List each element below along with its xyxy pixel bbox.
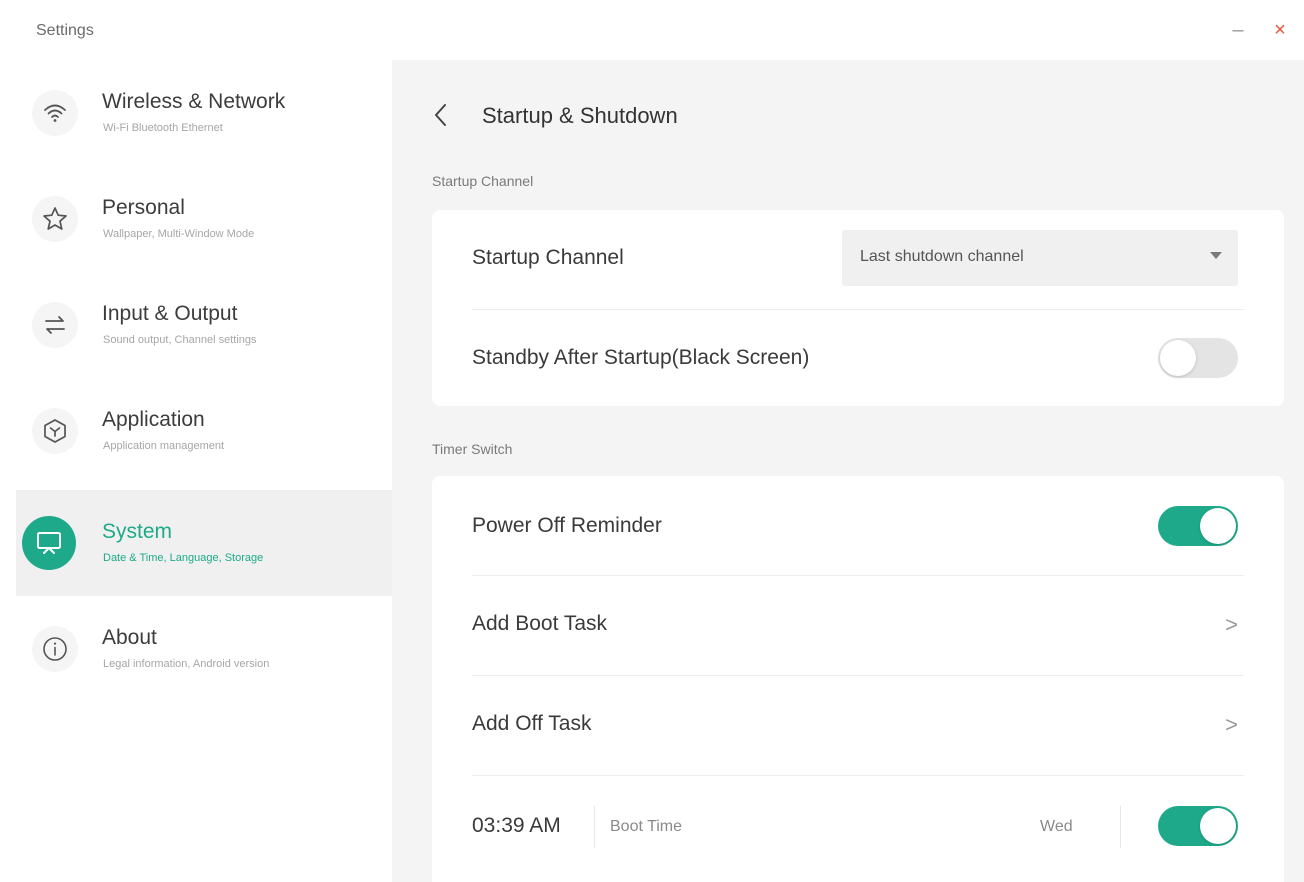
add-off-task-label: Add Off Task (472, 712, 592, 735)
monitor-icon (22, 516, 76, 570)
power-off-reminder-row: Power Off Reminder (472, 476, 1244, 576)
sidebar-item-label: Wireless & Network (102, 90, 286, 113)
toggle-knob (1200, 508, 1236, 544)
toggle-knob (1200, 808, 1236, 844)
sidebar-item-system[interactable]: System Date & Time, Language, Storage (16, 490, 392, 596)
startup-channel-row: Startup Channel Last shutdown channel (472, 210, 1244, 310)
startup-card: Startup Channel Last shutdown channel St… (432, 210, 1284, 406)
divider (1120, 806, 1121, 848)
add-boot-task-label: Add Boot Task (472, 612, 608, 635)
main-content: Startup & Shutdown Startup Channel Start… (392, 60, 1304, 882)
startup-channel-select[interactable]: Last shutdown channel (842, 230, 1238, 286)
title-bar: Settings – × (0, 0, 1304, 60)
sidebar-item-subtitle: Wallpaper, Multi-Window Mode (103, 228, 255, 240)
section-title-startup-channel: Startup Channel (432, 173, 534, 189)
close-button[interactable]: × (1268, 16, 1292, 44)
minimize-button[interactable]: – (1226, 16, 1250, 44)
task-time: 03:39 AM (472, 814, 561, 837)
startup-channel-label: Startup Channel (472, 246, 624, 269)
startup-channel-value: Last shutdown channel (860, 248, 1024, 265)
sidebar-item-subtitle: Application management (103, 440, 225, 452)
caret-down-icon (1210, 252, 1222, 259)
sidebar: Wireless & Network Wi-Fi Bluetooth Ether… (0, 60, 392, 882)
back-button[interactable] (430, 100, 454, 130)
task-type: Boot Time (610, 818, 683, 835)
sidebar-item-label: System (102, 520, 173, 543)
boot-task-row[interactable]: 03:39 AM Boot Time Wed (472, 776, 1244, 876)
power-off-reminder-label: Power Off Reminder (472, 514, 662, 537)
sidebar-item-input-output[interactable]: Input & Output Sound output, Channel set… (16, 272, 392, 378)
power-off-reminder-toggle[interactable] (1158, 506, 1238, 546)
sidebar-item-subtitle: Sound output, Channel settings (103, 334, 257, 346)
add-off-task-row[interactable]: Add Off Task > (472, 676, 1244, 776)
chevron-left-icon (435, 104, 446, 126)
sidebar-item-subtitle: Date & Time, Language, Storage (103, 552, 264, 564)
task-day: Wed (1040, 818, 1073, 835)
timer-card: Power Off Reminder Add Boot Task > Add O… (432, 476, 1284, 882)
sidebar-item-subtitle: Wi-Fi Bluetooth Ethernet (103, 122, 223, 134)
sidebar-item-label: About (102, 626, 157, 649)
boot-task-toggle[interactable] (1158, 806, 1238, 846)
standby-row: Standby After Startup(Black Screen) (472, 308, 1244, 408)
sidebar-item-application[interactable]: Application Application management (16, 378, 392, 484)
sidebar-item-label: Input & Output (102, 302, 238, 325)
chevron-right-icon: > (1225, 612, 1238, 637)
sidebar-item-personal[interactable]: Personal Wallpaper, Multi-Window Mode (16, 166, 392, 272)
sidebar-item-wireless-network[interactable]: Wireless & Network Wi-Fi Bluetooth Ether… (16, 60, 392, 166)
section-title-timer-switch: Timer Switch (432, 441, 513, 457)
sidebar-item-subtitle: Legal information, Android version (103, 658, 270, 670)
divider (594, 806, 595, 848)
sidebar-item-label: Personal (102, 196, 185, 219)
standby-toggle[interactable] (1158, 338, 1238, 378)
swap-arrows-icon (32, 302, 78, 348)
star-icon (32, 196, 78, 242)
app-cube-icon (32, 408, 78, 454)
app-title: Settings (36, 22, 94, 39)
wifi-icon (32, 90, 78, 136)
toggle-knob (1160, 340, 1196, 376)
sidebar-item-about[interactable]: About Legal information, Android version (16, 596, 392, 702)
chevron-right-icon: > (1225, 712, 1238, 737)
add-boot-task-row[interactable]: Add Boot Task > (472, 576, 1244, 676)
standby-label: Standby After Startup(Black Screen) (472, 346, 810, 369)
page-title: Startup & Shutdown (482, 103, 678, 128)
info-icon (32, 626, 78, 672)
sidebar-item-label: Application (102, 408, 205, 431)
